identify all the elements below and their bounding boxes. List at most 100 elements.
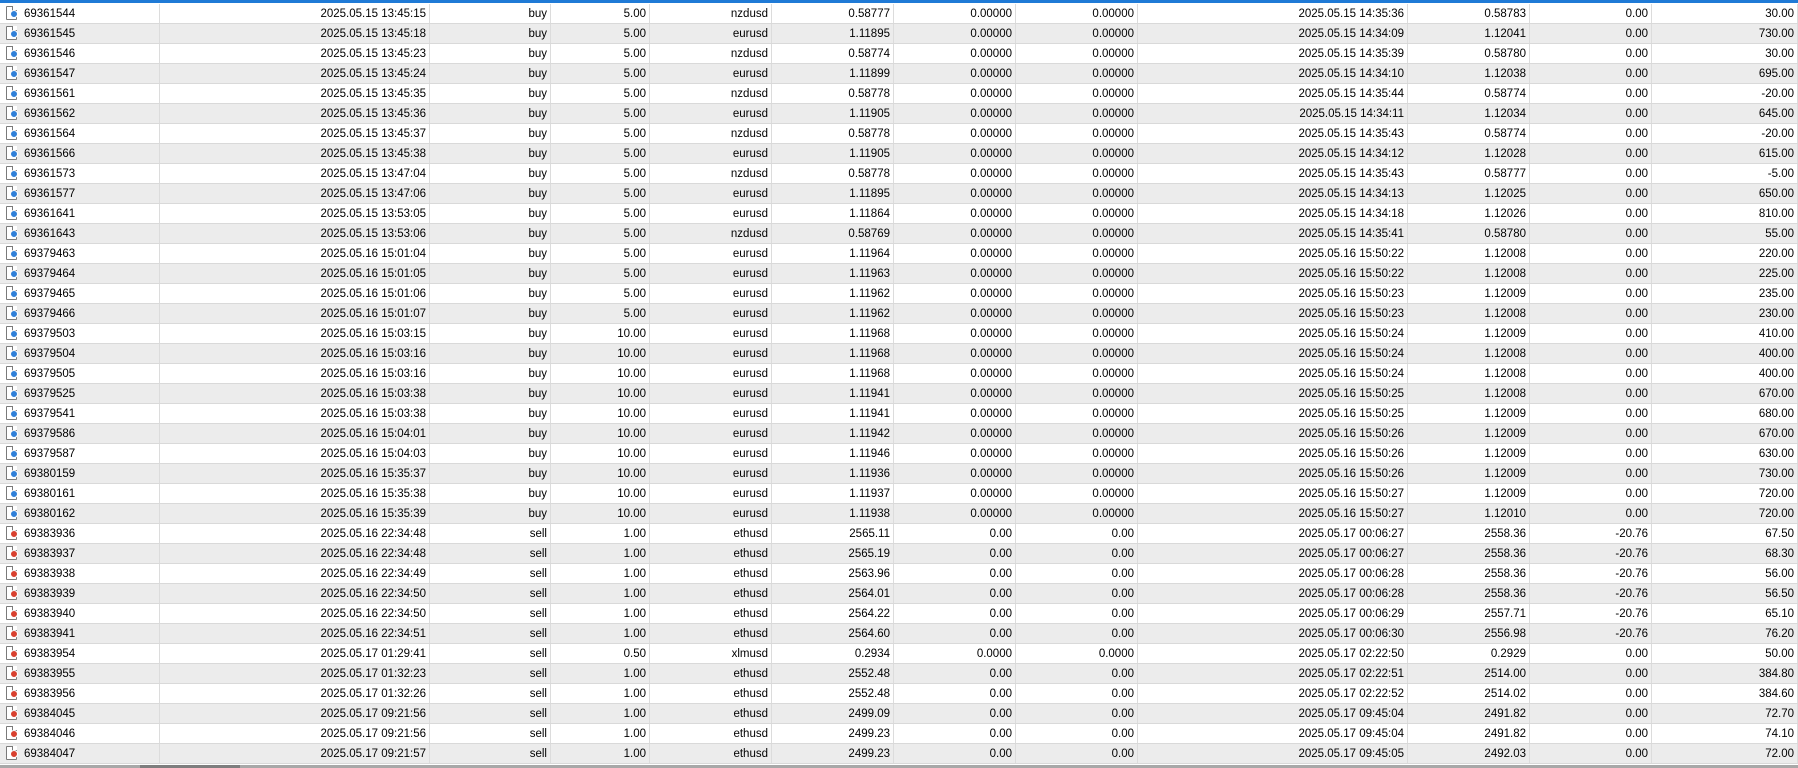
table-row[interactable]: 69383954 2025.05.17 01:29:41 sell 0.50 xlmus… [0, 644, 1798, 664]
close-price-cell: 1.12008 [1408, 264, 1530, 283]
volume-cell: 1.00 [551, 664, 650, 683]
swap-cell: 0.00 [1530, 364, 1652, 383]
open-price-cell: 0.58777 [772, 4, 894, 23]
table-row[interactable]: 69379465 2025.05.16 15:01:06 buy 5.00 eurusd… [0, 284, 1798, 304]
table-row[interactable]: 69379466 2025.05.16 15:01:07 buy 5.00 eurusd… [0, 304, 1798, 324]
table-row[interactable]: 69379504 2025.05.16 15:03:16 buy 10.00 eurus… [0, 344, 1798, 364]
symbol-cell: nzdusd [650, 164, 772, 183]
table-row[interactable]: 69380162 2025.05.16 15:35:39 buy 10.00 eurus… [0, 504, 1798, 524]
table-row[interactable]: 69383956 2025.05.17 01:32:26 sell 1.00 ethus… [0, 684, 1798, 704]
open-price-cell: 1.11962 [772, 284, 894, 303]
symbol-cell: ethusd [650, 684, 772, 703]
open-price-cell: 1.11936 [772, 464, 894, 483]
profit-cell: 720.00 [1652, 484, 1798, 503]
table-row[interactable]: 69380161 2025.05.16 15:35:38 buy 10.00 eurus… [0, 484, 1798, 504]
table-row[interactable]: 69383941 2025.05.16 22:34:51 sell 1.00 ethus… [0, 624, 1798, 644]
open-time-cell: 2025.05.17 01:32:23 [160, 664, 430, 683]
table-row[interactable]: 69379503 2025.05.16 15:03:15 buy 10.00 eurus… [0, 324, 1798, 344]
table-row[interactable]: 69361544 2025.05.15 13:45:15 buy 5.00 nzdusd… [0, 4, 1798, 24]
close-price-cell: 0.58780 [1408, 224, 1530, 243]
close-time-cell: 2025.05.15 14:35:43 [1138, 124, 1408, 143]
swap-cell: 0.00 [1530, 44, 1652, 63]
table-row[interactable]: 69361566 2025.05.15 13:45:38 buy 5.00 eurusd… [0, 144, 1798, 164]
close-time-cell: 2025.05.17 02:22:50 [1138, 644, 1408, 663]
type-cell: buy [430, 204, 551, 223]
open-time-cell: 2025.05.15 13:53:05 [160, 204, 430, 223]
take-profit-cell: 0.00000 [1016, 464, 1138, 483]
table-row[interactable]: 69361547 2025.05.15 13:45:24 buy 5.00 eurusd… [0, 64, 1798, 84]
close-time-cell: 2025.05.15 14:35:39 [1138, 44, 1408, 63]
close-price-cell: 2558.36 [1408, 584, 1530, 603]
symbol-cell: ethusd [650, 664, 772, 683]
volume-cell: 5.00 [551, 164, 650, 183]
table-row[interactable]: 69384045 2025.05.17 09:21:56 sell 1.00 ethus… [0, 704, 1798, 724]
table-row[interactable]: 69361546 2025.05.15 13:45:23 buy 5.00 nzdusd… [0, 44, 1798, 64]
swap-cell: 0.00 [1530, 4, 1652, 23]
table-row[interactable]: 69383936 2025.05.16 22:34:48 sell 1.00 ethus… [0, 524, 1798, 544]
volume-cell: 10.00 [551, 464, 650, 483]
symbol-cell: eurusd [650, 244, 772, 263]
table-row[interactable]: 69379525 2025.05.16 15:03:38 buy 10.00 eurus… [0, 384, 1798, 404]
volume-cell: 5.00 [551, 24, 650, 43]
open-time-cell: 2025.05.16 15:35:38 [160, 484, 430, 503]
table-row[interactable]: 69379586 2025.05.16 15:04:01 buy 10.00 eurus… [0, 424, 1798, 444]
symbol-cell: eurusd [650, 404, 772, 423]
swap-cell: 0.00 [1530, 264, 1652, 283]
table-row[interactable]: 69379541 2025.05.16 15:03:38 buy 10.00 eurus… [0, 404, 1798, 424]
table-row[interactable]: 69383939 2025.05.16 22:34:50 sell 1.00 ethus… [0, 584, 1798, 604]
swap-cell: 0.00 [1530, 64, 1652, 83]
open-time-cell: 2025.05.17 01:32:26 [160, 684, 430, 703]
open-time-cell: 2025.05.15 13:45:37 [160, 124, 430, 143]
close-time-cell: 2025.05.16 15:50:24 [1138, 344, 1408, 363]
table-row[interactable]: 69361545 2025.05.15 13:45:18 buy 5.00 eurusd… [0, 24, 1798, 44]
table-row[interactable]: 69379587 2025.05.16 15:04:03 buy 10.00 eurus… [0, 444, 1798, 464]
take-profit-cell: 0.00000 [1016, 144, 1138, 163]
stop-loss-cell: 0.00000 [894, 4, 1016, 23]
symbol-cell: nzdusd [650, 124, 772, 143]
open-price-cell: 0.58774 [772, 44, 894, 63]
table-row[interactable]: 69361561 2025.05.15 13:45:35 buy 5.00 nzdusd… [0, 84, 1798, 104]
table-row[interactable]: 69383938 2025.05.16 22:34:49 sell 1.00 ethus… [0, 564, 1798, 584]
table-row[interactable]: 69379464 2025.05.16 15:01:05 buy 5.00 eurusd… [0, 264, 1798, 284]
ticket-cell: 69361643 [0, 224, 160, 243]
table-row[interactable]: 69384047 2025.05.17 09:21:57 sell 1.00 ethus… [0, 744, 1798, 764]
profit-cell: 56.00 [1652, 564, 1798, 583]
table-row[interactable]: 69383937 2025.05.16 22:34:48 sell 1.00 ethus… [0, 544, 1798, 564]
table-row[interactable]: 69383940 2025.05.16 22:34:50 sell 1.00 ethus… [0, 604, 1798, 624]
type-cell: buy [430, 84, 551, 103]
swap-cell: 0.00 [1530, 464, 1652, 483]
type-cell: sell [430, 564, 551, 583]
open-price-cell: 2552.48 [772, 684, 894, 703]
profit-cell: 645.00 [1652, 104, 1798, 123]
table-row[interactable]: 69379463 2025.05.16 15:01:04 buy 5.00 eurusd… [0, 244, 1798, 264]
close-time-cell: 2025.05.17 00:06:29 [1138, 604, 1408, 623]
table-row[interactable]: 69383955 2025.05.17 01:32:23 sell 1.00 ethus… [0, 664, 1798, 684]
open-time-cell: 2025.05.16 15:35:39 [160, 504, 430, 523]
table-row[interactable]: 69384046 2025.05.17 09:21:56 sell 1.00 ethus… [0, 724, 1798, 744]
close-time-cell: 2025.05.16 15:50:27 [1138, 504, 1408, 523]
volume-cell: 5.00 [551, 144, 650, 163]
open-time-cell: 2025.05.16 15:03:16 [160, 344, 430, 363]
close-time-cell: 2025.05.17 09:45:04 [1138, 724, 1408, 743]
volume-cell: 1.00 [551, 584, 650, 603]
table-row[interactable]: 69379505 2025.05.16 15:03:16 buy 10.00 eurus… [0, 364, 1798, 384]
table-row[interactable]: 69361641 2025.05.15 13:53:05 buy 5.00 eurusd… [0, 204, 1798, 224]
stop-loss-cell: 0.00000 [894, 244, 1016, 263]
symbol-cell: nzdusd [650, 84, 772, 103]
open-time-cell: 2025.05.16 15:01:05 [160, 264, 430, 283]
table-row[interactable]: 69380159 2025.05.16 15:35:37 buy 10.00 eurus… [0, 464, 1798, 484]
table-row[interactable]: 69361643 2025.05.15 13:53:06 buy 5.00 nzdusd… [0, 224, 1798, 244]
open-price-cell: 1.11962 [772, 304, 894, 323]
ticket-cell: 69380159 [0, 464, 160, 483]
ticket-cell: 69361546 [0, 44, 160, 63]
close-price-cell: 2558.36 [1408, 524, 1530, 543]
open-price-cell: 1.11968 [772, 364, 894, 383]
close-time-cell: 2025.05.15 14:34:18 [1138, 204, 1408, 223]
table-row[interactable]: 69361564 2025.05.15 13:45:37 buy 5.00 nzdusd… [0, 124, 1798, 144]
table-row[interactable]: 69361573 2025.05.15 13:47:04 buy 5.00 nzdusd… [0, 164, 1798, 184]
volume-cell: 10.00 [551, 364, 650, 383]
table-row[interactable]: 69361562 2025.05.15 13:45:36 buy 5.00 eurusd… [0, 104, 1798, 124]
symbol-cell: eurusd [650, 264, 772, 283]
table-row[interactable]: 69361577 2025.05.15 13:47:06 buy 5.00 eurusd… [0, 184, 1798, 204]
symbol-cell: ethusd [650, 524, 772, 543]
